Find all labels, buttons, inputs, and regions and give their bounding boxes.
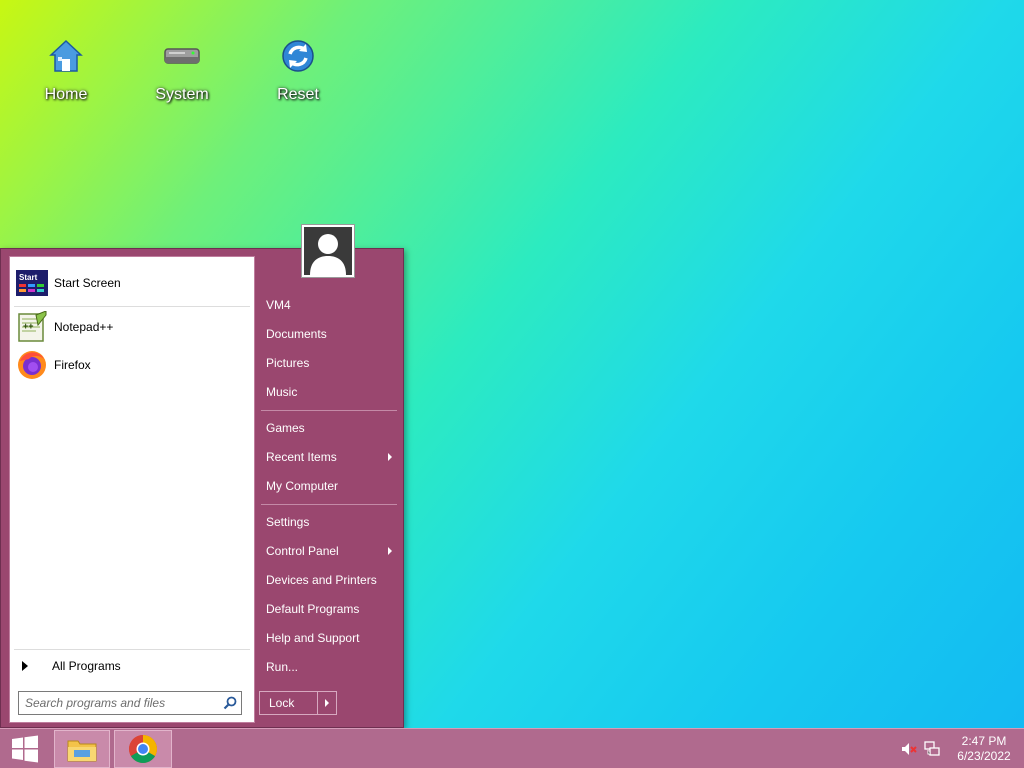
menu-item-label: Games — [266, 421, 305, 435]
system-tray: 2:47 PM 6/23/2022 — [898, 729, 1024, 768]
clock-date: 6/23/2022 — [957, 749, 1011, 763]
firefox-icon — [16, 349, 48, 381]
clock[interactable]: 2:47 PM 6/23/2022 — [944, 734, 1024, 764]
lock-label: Lock — [269, 696, 295, 710]
menu-item-games[interactable]: Games — [261, 416, 397, 440]
chrome-icon — [129, 735, 157, 763]
menu-item-devices-printers[interactable]: Devices and Printers — [261, 568, 397, 592]
menu-item-documents[interactable]: Documents — [261, 322, 397, 346]
chevron-right-icon — [388, 547, 392, 555]
clock-time: 2:47 PM — [961, 734, 1007, 748]
svg-text:++: ++ — [23, 321, 34, 331]
network-icon[interactable] — [920, 741, 944, 757]
menu-item-music[interactable]: Music — [261, 380, 397, 404]
search-icon[interactable] — [219, 692, 241, 714]
volume-muted-icon[interactable] — [898, 742, 920, 756]
menu-item-label: Pictures — [266, 356, 310, 370]
program-label: Notepad++ — [54, 320, 114, 334]
start-screen-badge: Start — [19, 273, 38, 282]
menu-item-label: Help and Support — [266, 631, 360, 645]
menu-item-label: Settings — [266, 515, 310, 529]
desktop-icon-label: Home — [44, 86, 88, 103]
menu-item-label: Devices and Printers — [266, 573, 377, 587]
desktop-icon-label: System — [155, 86, 209, 103]
program-label: Start Screen — [54, 276, 121, 290]
program-firefox[interactable]: Firefox — [14, 347, 250, 383]
user-icon — [304, 227, 352, 275]
divider — [14, 306, 250, 307]
menu-item-default-programs[interactable]: Default Programs — [261, 597, 397, 621]
start-menu-programs-pane: Start Start Screen ++ Notepad++ Firefox … — [9, 256, 255, 723]
desktop-icon-home[interactable]: Home — [21, 36, 111, 112]
menu-item-label: Documents — [266, 327, 327, 341]
menu-item-recent-items[interactable]: Recent Items — [261, 445, 397, 469]
menu-item-settings[interactable]: Settings — [261, 510, 397, 534]
notepadpp-icon: ++ — [16, 311, 48, 343]
program-start-screen[interactable]: Start Start Screen — [14, 265, 250, 301]
divider — [261, 504, 397, 505]
menu-item-label: My Computer — [266, 479, 339, 493]
search-box[interactable] — [18, 691, 242, 715]
chevron-right-icon — [22, 661, 28, 671]
menu-item-label: Music — [266, 385, 298, 399]
menu-item-label: VM4 — [266, 298, 291, 312]
menu-item-run[interactable]: Run... — [261, 655, 397, 679]
menu-item-label: Default Programs — [266, 602, 360, 616]
folder-icon — [67, 740, 97, 762]
taskbar: 2:47 PM 6/23/2022 — [0, 728, 1024, 768]
program-label: Firefox — [54, 358, 91, 372]
reset-icon — [278, 36, 318, 76]
menu-item-help-support[interactable]: Help and Support — [261, 626, 397, 650]
all-programs-button[interactable]: All Programs — [16, 655, 248, 677]
drive-icon — [162, 36, 202, 76]
menu-item-pictures[interactable]: Pictures — [261, 351, 397, 375]
taskbar-chrome[interactable] — [114, 730, 172, 768]
divider — [261, 410, 397, 411]
all-programs-label: All Programs — [52, 659, 121, 673]
chevron-right-icon — [388, 453, 392, 461]
lock-button[interactable]: Lock — [260, 692, 318, 714]
start-screen-icon: Start — [16, 267, 48, 299]
desktop-icon-reset[interactable]: Reset — [253, 36, 343, 112]
desktop-icon-label: Reset — [277, 86, 319, 103]
program-notepadpp[interactable]: ++ Notepad++ — [14, 309, 250, 345]
divider — [14, 649, 250, 650]
menu-item-label: Run... — [266, 660, 299, 674]
menu-item-label: Recent Items — [266, 450, 337, 464]
windows-icon — [12, 735, 38, 763]
search-input[interactable] — [19, 693, 219, 713]
taskbar-file-explorer[interactable] — [54, 730, 110, 768]
menu-item-my-computer[interactable]: My Computer — [261, 474, 397, 498]
menu-item-control-panel[interactable]: Control Panel — [261, 539, 397, 563]
menu-item-label: Control Panel — [266, 544, 339, 558]
lock-options-button[interactable] — [318, 692, 336, 714]
menu-item-vm4[interactable]: VM4 — [261, 293, 397, 317]
lock-split-button: Lock — [259, 691, 337, 715]
desktop-icon-system[interactable]: System — [137, 36, 227, 112]
user-avatar[interactable] — [301, 224, 355, 278]
start-menu: Start Start Screen ++ Notepad++ Firefox … — [0, 248, 404, 728]
home-icon — [46, 36, 86, 76]
chevron-right-icon — [325, 699, 329, 707]
start-button[interactable] — [2, 730, 48, 768]
